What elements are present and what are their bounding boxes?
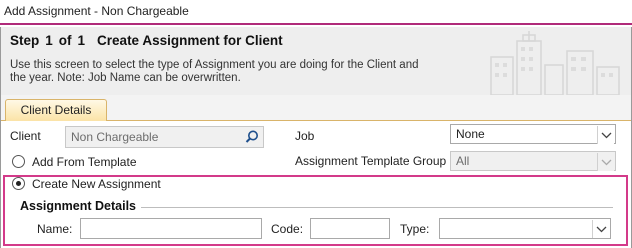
step-word: Step [10, 33, 40, 48]
step-description: Use this screen to select the type of As… [10, 59, 419, 84]
tab-strip: Client Details [1, 95, 631, 121]
chevron-down-icon [597, 126, 614, 144]
template-group-value: All [456, 154, 470, 168]
step-of: of [58, 33, 72, 48]
assignment-details-title: Assignment Details [20, 199, 137, 213]
type-select[interactable] [439, 218, 611, 239]
section-divider [141, 207, 613, 208]
chevron-down-icon [597, 153, 614, 171]
tab-client-details[interactable]: Client Details [5, 99, 107, 121]
type-label: Type: [400, 222, 430, 236]
name-label: Name: [37, 222, 73, 236]
create-new-assignment-label: Create New Assignment [32, 177, 161, 191]
code-input[interactable] [310, 218, 390, 239]
client-field[interactable]: Non Chargeable [65, 126, 264, 148]
step-total: 1 [77, 33, 86, 48]
window-title: Add Assignment - Non Chargeable [4, 4, 189, 18]
add-from-template-label: Add From Template [32, 155, 137, 169]
dialog-body: Step 1 of 1 Create Assignment for Client Use… [0, 27, 632, 248]
wizard-header: Step 1 of 1 Create Assignment for Client Use… [1, 27, 631, 95]
chevron-down-icon [592, 220, 609, 238]
step-title: Create Assignment for Client [97, 33, 283, 48]
client-value: Non Chargeable [71, 130, 159, 144]
add-from-template-radio[interactable] [12, 155, 25, 168]
job-select[interactable]: None [450, 124, 616, 144]
window-titlebar: Add Assignment - Non Chargeable [0, 0, 632, 25]
job-value: None [456, 127, 485, 141]
job-label: Job [295, 129, 315, 143]
template-group-select[interactable]: All [450, 151, 616, 171]
client-label: Client [10, 129, 41, 143]
search-icon[interactable] [242, 128, 262, 146]
create-new-assignment-radio[interactable] [12, 177, 25, 190]
building-skyline-icon [490, 31, 620, 95]
name-input[interactable] [80, 218, 262, 239]
code-label: Code: [271, 222, 304, 236]
step-heading: Step 1 of 1 Create Assignment for Client [10, 33, 283, 48]
step-current: 1 [45, 33, 53, 48]
template-group-label: Assignment Template Group [295, 154, 447, 168]
